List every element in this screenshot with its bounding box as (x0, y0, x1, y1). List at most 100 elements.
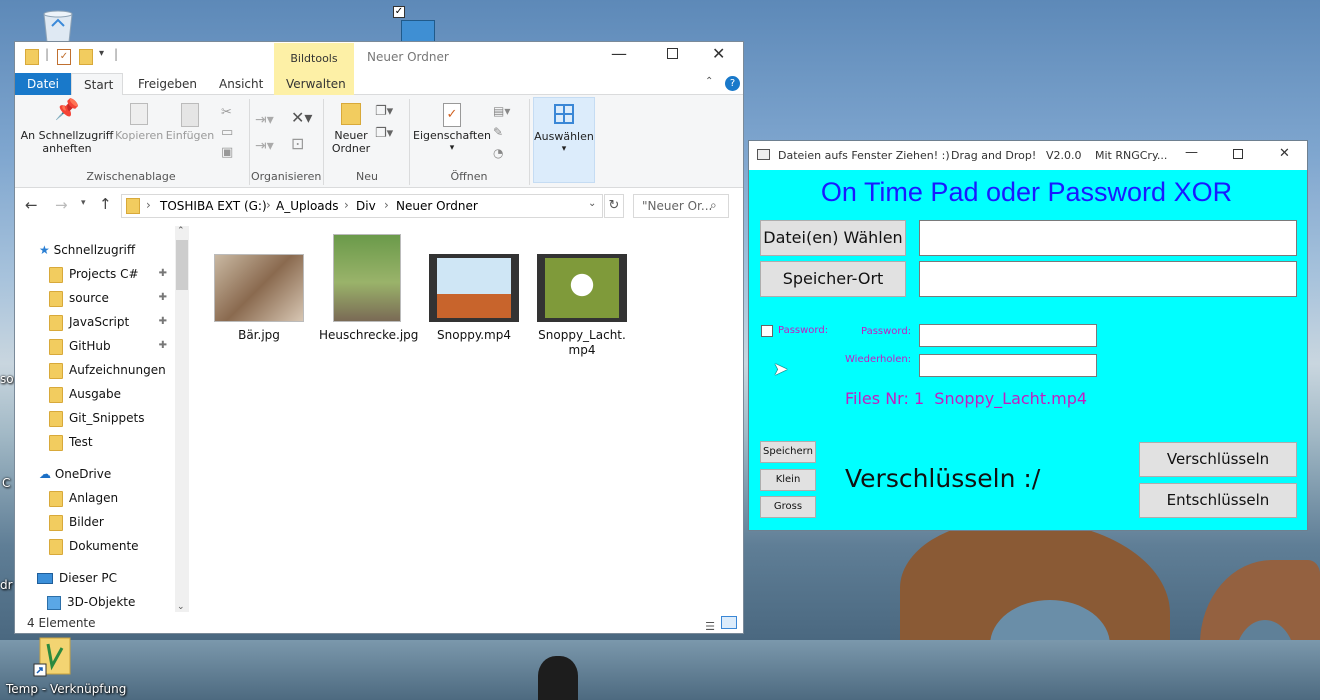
minimize-icon[interactable]: — (611, 44, 627, 63)
delete-rename-icons[interactable]: ✕▾ ⊡ (291, 105, 312, 157)
password-input[interactable] (919, 324, 1097, 347)
save-location-button[interactable]: Speicher-Ort (760, 261, 906, 297)
details-view-icon[interactable]: ☰ (705, 617, 715, 637)
password-checkbox[interactable] (761, 325, 773, 337)
encrypt-button[interactable]: Verschlüsseln (1139, 442, 1297, 477)
large-size-button[interactable]: Gross (760, 496, 816, 518)
new-folder-icon (327, 103, 375, 129)
up-arrow-icon[interactable]: ↑ (99, 195, 112, 213)
tab-freigeben[interactable]: Freigeben (126, 73, 209, 95)
nav-item[interactable]: Aufzeichnungen (49, 358, 166, 382)
nav-item[interactable]: Git_Snippets (49, 406, 144, 430)
repeat-label: Wiederholen: (845, 354, 912, 365)
desktop-edge-label: dr (0, 578, 13, 592)
properties-quick-icon[interactable]: ✓ (57, 49, 71, 65)
minimize-icon[interactable]: — (1185, 145, 1198, 160)
quick-access-dropdown-icon[interactable]: ▾ (99, 48, 104, 59)
file-item[interactable]: Bär.jpg (211, 254, 307, 343)
pin-icon: ✚ (158, 340, 167, 351)
move-copy-icons[interactable]: ⇥▾ ⇥▾ (255, 107, 274, 159)
save-small-button[interactable]: Speichern (760, 441, 816, 463)
new-folder-button[interactable]: Neuer Ordner (327, 103, 375, 155)
nav-item[interactable]: Bilder (49, 510, 104, 534)
new-folder-quick-icon[interactable] (79, 49, 93, 65)
large-icons-view-icon[interactable] (721, 616, 737, 629)
app-title-extra: Mit RNGCry... (1095, 149, 1168, 162)
app-title-extra: Drag and Drop! (951, 149, 1037, 162)
save-location-field[interactable] (919, 261, 1297, 297)
app-icon (757, 149, 770, 160)
breadcrumb-item[interactable]: Div (356, 199, 376, 213)
ribbon: 📌 An Schnellzugriff anheften Kopieren Ei… (15, 95, 743, 188)
nav-item[interactable]: Ausgabe (49, 382, 121, 406)
video-thumbnail (537, 254, 627, 322)
nav-scrollbar[interactable]: ⌃ ⌄ (175, 226, 189, 612)
image-thumbnail (333, 234, 401, 322)
nav-item[interactable]: Anlagen (49, 486, 118, 510)
nav-item[interactable]: Projects C# ✚ (49, 262, 173, 286)
back-arrow-icon[interactable]: ← (25, 196, 38, 214)
address-bar[interactable]: › TOSHIBA EXT (G:) › A_Uploads › Div › N… (121, 194, 603, 218)
person-silhouette (538, 656, 578, 700)
group-organisieren: Organisieren (251, 170, 322, 183)
scroll-down-icon[interactable]: ⌄ (177, 602, 185, 612)
temp-shortcut-label: Temp - Verknüpfung (6, 682, 127, 696)
nav-item[interactable]: source ✚ (49, 286, 173, 310)
files-path-field[interactable] (919, 220, 1297, 256)
nav-item[interactable]: Test (49, 430, 93, 454)
breadcrumb-item[interactable]: A_Uploads (276, 199, 339, 213)
folder-icon (49, 538, 63, 555)
sea (0, 640, 1320, 700)
temp-shortcut-icon[interactable] (30, 634, 78, 678)
tab-verwalten[interactable]: Verwalten (274, 73, 354, 95)
folder-icon (49, 490, 63, 507)
breadcrumb-item[interactable]: Neuer Ordner (396, 199, 478, 213)
scroll-up-icon[interactable]: ⌃ (177, 226, 185, 236)
help-icon[interactable]: ? (725, 76, 740, 91)
address-dropdown-icon[interactable]: ⌄ (588, 198, 596, 209)
breadcrumb-item[interactable]: TOSHIBA EXT (G:) (160, 199, 267, 213)
decrypt-button[interactable]: Entschlüsseln (1139, 483, 1297, 518)
file-item[interactable]: Heuschrecke.jpg (319, 234, 418, 343)
nav-onedrive[interactable]: ☁ OneDrive (39, 462, 111, 486)
copy-button[interactable]: Kopieren (115, 103, 163, 142)
collapse-ribbon-icon[interactable]: ⌃ (705, 76, 713, 87)
nav-item[interactable]: GitHub ✚ (49, 334, 173, 358)
open-small-icons[interactable]: ▤▾ ✎ ◔ (493, 101, 510, 164)
close-icon[interactable]: ✕ (712, 44, 725, 63)
pin-icon: ✚ (158, 316, 167, 327)
properties-button[interactable]: ✓ Eigenschaften ▾ (413, 103, 491, 155)
recent-dropdown-icon[interactable]: ▾ (81, 198, 86, 208)
maximize-icon[interactable] (667, 48, 678, 59)
select-button[interactable]: Auswählen ▾ (533, 97, 595, 183)
tab-start[interactable]: Start (71, 73, 123, 95)
desktop-edge-label: so (0, 372, 14, 386)
folder-icon (49, 362, 63, 379)
file-item[interactable]: Snoppy.mp4 (426, 254, 522, 343)
file-item[interactable]: Snoppy_Lacht.mp4 (534, 254, 630, 358)
tab-datei[interactable]: Datei (15, 73, 71, 95)
tab-ansicht[interactable]: Ansicht (207, 73, 275, 95)
cloud-icon: ☁ (39, 467, 51, 481)
nav-item[interactable]: 3D-Objekte (47, 590, 135, 614)
forward-arrow-icon[interactable]: → (55, 196, 68, 214)
explorer-window: | ✓ ▾ | Bildtools Neuer Ordner — ✕ Datei… (14, 41, 744, 634)
close-icon[interactable]: ✕ (1279, 146, 1290, 161)
nav-item[interactable]: JavaScript ✚ (49, 310, 173, 334)
maximize-icon[interactable] (1233, 149, 1243, 159)
navigation-pane: ★ Schnellzugriff Projects C# ✚ source ✚ Ja… (15, 238, 191, 616)
search-input[interactable]: "Neuer Or... (642, 199, 712, 213)
nav-this-pc[interactable]: Dieser PC (37, 566, 117, 590)
small-size-button[interactable]: Klein (760, 469, 816, 491)
paste-button[interactable]: Einfügen (165, 103, 215, 142)
properties-icon: ✓ (413, 103, 491, 129)
refresh-icon[interactable]: ↻ (604, 194, 624, 218)
new-item-icons[interactable]: ❐▾ ❐▾ (375, 101, 393, 145)
nav-item[interactable]: Dokumente (49, 534, 139, 558)
choose-files-button[interactable]: Datei(en) Wählen (760, 220, 906, 256)
pin-quick-access-button[interactable]: 📌 An Schnellzugriff anheften (19, 99, 115, 155)
nav-quick-access[interactable]: ★ Schnellzugriff (39, 238, 135, 262)
search-box[interactable]: "Neuer Or... ⌕ (633, 194, 729, 218)
repeat-password-input[interactable] (919, 354, 1097, 377)
scroll-thumb[interactable] (176, 240, 188, 290)
